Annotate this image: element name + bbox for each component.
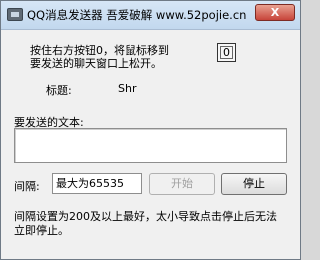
title-bar[interactable]: QQ消息发送器 吾爱破解 www.52pojie.cn X [1, 1, 300, 30]
window-capture-button[interactable]: 0 [217, 43, 236, 62]
interval-label: 间隔: [14, 180, 40, 193]
instruction-text: 按住右方按钮0，将鼠标移到 要发送的聊天窗口上松开。 [30, 44, 169, 70]
interval-input[interactable]: 最大为65535 [52, 173, 142, 194]
app-icon [7, 8, 23, 21]
app-window: QQ消息发送器 吾爱破解 www.52pojie.cn X 按住右方按钮0，将鼠… [0, 0, 301, 260]
window-title: QQ消息发送器 吾爱破解 www.52pojie.cn [27, 8, 247, 22]
close-button[interactable]: X [255, 4, 295, 21]
target-title-label: 标题: [46, 84, 72, 97]
close-icon: X [270, 6, 280, 19]
instruction-line-2: 要发送的聊天窗口上松开。 [30, 57, 162, 70]
message-textarea[interactable] [14, 128, 287, 163]
instruction-line-1: 按住右方按钮0，将鼠标移到 [30, 44, 169, 57]
start-button[interactable]: 开始 [149, 173, 215, 195]
interval-note: 间隔设置为200及以上最好，太小导致点击停止后无法 立即停止。 [14, 210, 277, 238]
stop-button[interactable]: 停止 [221, 173, 287, 195]
note-line-1: 间隔设置为200及以上最好，太小导致点击停止后无法 [14, 210, 277, 223]
note-line-2: 立即停止。 [14, 224, 69, 237]
target-title-value: Shr [118, 82, 137, 95]
capture-button-label: 0 [223, 46, 230, 59]
